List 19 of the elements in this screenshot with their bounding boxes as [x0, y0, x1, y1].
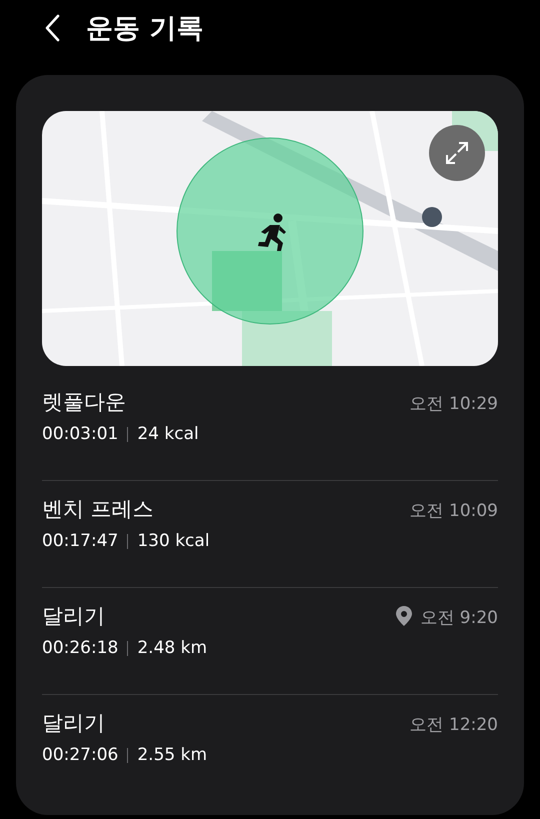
workout-name: 달리기 — [42, 603, 106, 630]
workout-duration: 00:27:06 — [42, 745, 118, 765]
workout-duration: 00:26:18 — [42, 638, 118, 658]
workout-duration: 00:17:47 — [42, 531, 118, 551]
workout-time: 오전 12:20 — [410, 714, 498, 736]
workout-duration: 00:03:01 — [42, 424, 118, 444]
workout-name: 렛풀다운 — [42, 389, 127, 416]
workout-name: 달리기 — [42, 710, 106, 737]
workout-metric: 2.48 km — [137, 638, 208, 658]
workout-metric: 24 kcal — [137, 424, 199, 444]
workout-name: 벤치 프레스 — [42, 496, 155, 523]
page-title: 운동 기록 — [86, 12, 204, 46]
back-icon — [44, 14, 60, 42]
workout-metric: 2.55 km — [137, 745, 208, 765]
workout-time: 오전 9:20 — [420, 607, 498, 629]
expand-icon — [444, 140, 470, 166]
workout-time: 오전 10:09 — [410, 500, 498, 522]
workout-time: 오전 10:29 — [410, 393, 498, 415]
workout-metric: 130 kcal — [137, 531, 210, 551]
